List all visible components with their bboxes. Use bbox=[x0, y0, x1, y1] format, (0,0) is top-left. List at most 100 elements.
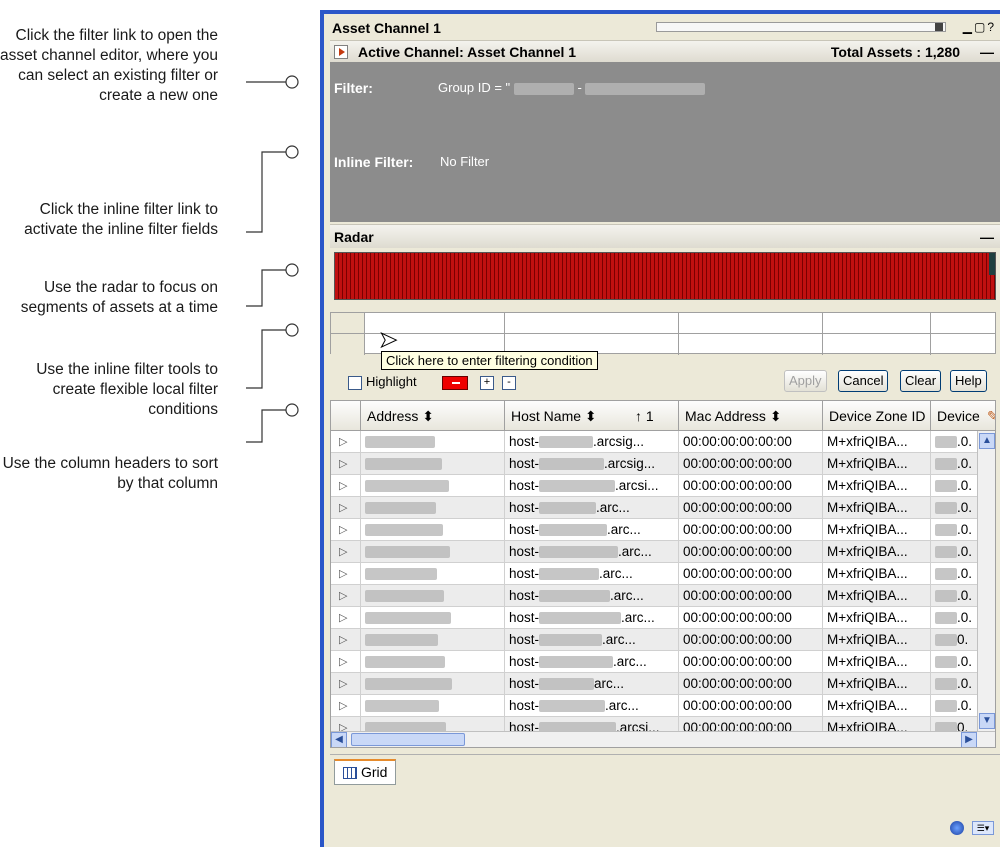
table-row[interactable]: ▷ host- .arc... 00:00:00:00:00:00 M+xfriQIBA… bbox=[331, 519, 977, 541]
host-suffix: .arcsig... bbox=[604, 456, 656, 471]
table-row[interactable]: ▷ host- .arc... 00:00:00:00:00:00 M+xfriQIBA… bbox=[331, 563, 977, 585]
horizontal-scroll-thumb[interactable] bbox=[351, 733, 465, 746]
row-expand-icon[interactable]: ▷ bbox=[331, 607, 361, 629]
column-header-device[interactable]: Device bbox=[931, 401, 981, 431]
filter-value-dash: - bbox=[577, 80, 582, 95]
host-prefix: host- bbox=[509, 654, 540, 669]
row-expand-icon[interactable]: ▷ bbox=[331, 629, 361, 651]
column-header-address[interactable]: Address ⬍ bbox=[361, 401, 505, 431]
row-expand-icon[interactable]: ▷ bbox=[331, 585, 361, 607]
cell-address bbox=[361, 629, 505, 651]
radar-header: Radar — bbox=[330, 224, 1000, 248]
device-text: .0. bbox=[957, 566, 973, 581]
cell-mac-address: 00:00:00:00:00:00 bbox=[679, 607, 823, 629]
host-suffix: .arcsig... bbox=[593, 434, 645, 449]
device-text: .0. bbox=[957, 478, 973, 493]
host-prefix: host- bbox=[509, 500, 540, 515]
filter-value: Group ID = " - bbox=[438, 80, 706, 95]
redacted-text bbox=[539, 656, 614, 669]
redacted-text bbox=[935, 458, 957, 471]
sort-indicator[interactable]: ↑ 1 bbox=[629, 401, 679, 431]
row-expand-icon[interactable]: ▷ bbox=[331, 541, 361, 563]
scroll-up-icon[interactable]: ▲ bbox=[979, 433, 995, 449]
row-expand-icon[interactable]: ▷ bbox=[331, 453, 361, 475]
cancel-button[interactable]: Cancel bbox=[838, 370, 889, 392]
row-expand-icon[interactable]: ▷ bbox=[331, 651, 361, 673]
window-opacity-slider[interactable] bbox=[656, 22, 946, 32]
radar-strip[interactable] bbox=[334, 252, 996, 300]
cell-device: .0. bbox=[931, 695, 981, 717]
redacted-text bbox=[365, 480, 449, 493]
table-row[interactable]: ▷ host- .arc... 00:00:00:00:00:00 M+xfriQIBA… bbox=[331, 629, 977, 651]
device-text: .0. bbox=[957, 544, 973, 559]
add-condition-button[interactable]: + bbox=[480, 376, 494, 390]
callout-inline-filter-link: Click the inline filter link to activate… bbox=[24, 201, 218, 238]
table-row[interactable]: ▷ host- .arcsi... 00:00:00:00:00:00 M+xfriQI… bbox=[331, 475, 977, 497]
host-prefix: host- bbox=[509, 588, 540, 603]
cell-address bbox=[361, 475, 505, 497]
options-menu-icon[interactable]: ☰▾ bbox=[972, 821, 994, 835]
column-header-device-zone-id[interactable]: Device Zone ID bbox=[823, 401, 931, 431]
cell-device-zone-id: M+xfriQIBA... bbox=[823, 541, 931, 563]
device-text: .0. bbox=[957, 522, 973, 537]
column-header-host-name[interactable]: Host Name ⬍ bbox=[505, 401, 629, 431]
globe-icon[interactable] bbox=[950, 821, 964, 835]
filter-link[interactable]: Filter: bbox=[334, 80, 373, 96]
inline-filter-cell[interactable] bbox=[679, 313, 823, 355]
row-expand-icon[interactable]: ▷ bbox=[331, 673, 361, 695]
table-row[interactable]: ▷ host- .arc... 00:00:00:00:00:00 M+xfriQIBA… bbox=[331, 695, 977, 717]
row-expand-icon[interactable]: ▷ bbox=[331, 497, 361, 519]
scroll-down-icon[interactable]: ▼ bbox=[979, 713, 995, 729]
highlight-checkbox[interactable] bbox=[348, 376, 362, 390]
tab-grid[interactable]: Grid bbox=[334, 759, 396, 785]
cell-device: .0. bbox=[931, 453, 981, 475]
redacted-text bbox=[365, 502, 436, 515]
slider-handle[interactable] bbox=[935, 23, 943, 31]
vertical-scrollbar[interactable]: ▲ ▼ bbox=[977, 431, 995, 731]
redacted-text bbox=[539, 612, 622, 625]
table-row[interactable]: ▷ host- .arc... 00:00:00:00:00:00 M+xfriQIBA… bbox=[331, 541, 977, 563]
table-row[interactable]: ▷ host- .arc... 00:00:00:00:00:00 M+xfriQIBA… bbox=[331, 497, 977, 519]
inline-filter-grid[interactable]: ➤ Click here to enter filtering conditio… bbox=[330, 312, 996, 370]
inline-filter-cell[interactable] bbox=[505, 313, 679, 355]
row-expand-icon[interactable]: ▷ bbox=[331, 563, 361, 585]
cell-address bbox=[361, 497, 505, 519]
window-controls-icons[interactable]: ▁▢? bbox=[963, 20, 996, 34]
inline-filter-link[interactable]: Inline Filter: bbox=[334, 154, 413, 170]
row-expand-icon[interactable]: ▷ bbox=[331, 519, 361, 541]
total-assets: Total Assets : 1,280 bbox=[830, 44, 960, 60]
collapse-icon[interactable]: — bbox=[980, 41, 994, 63]
column-header-mac-address[interactable]: Mac Address ⬍ bbox=[679, 401, 823, 431]
help-button[interactable]: Help bbox=[950, 370, 987, 392]
apply-button[interactable]: Apply bbox=[784, 370, 827, 392]
table-row[interactable]: ▷ host- .arcsig... 00:00:00:00:00:00 M+xfriQ… bbox=[331, 453, 977, 475]
host-suffix: .arc... bbox=[602, 632, 636, 647]
redacted-text bbox=[513, 82, 574, 95]
remove-condition-button[interactable]: - bbox=[502, 376, 516, 390]
row-expand-icon[interactable]: ▷ bbox=[331, 695, 361, 717]
table-row[interactable]: ▷ host- .arc... 00:00:00:00:00:00 M+xfriQIBA… bbox=[331, 585, 977, 607]
scroll-right-icon[interactable]: ▶ bbox=[961, 732, 977, 747]
radar-collapse-icon[interactable]: — bbox=[980, 225, 994, 249]
table-row[interactable]: ▷ host-arc... 00:00:00:00:00:00 M+xfriQIBA.… bbox=[331, 673, 977, 695]
table-row[interactable]: ▷ host- .arc... 00:00:00:00:00:00 M+xfriQIBA… bbox=[331, 651, 977, 673]
cell-mac-address: 00:00:00:00:00:00 bbox=[679, 431, 823, 453]
redacted-text bbox=[365, 634, 438, 647]
redacted-text bbox=[935, 436, 957, 449]
table-row[interactable]: ▷ host- .arc... 00:00:00:00:00:00 M+xfriQIBA… bbox=[331, 607, 977, 629]
clear-button[interactable]: Clear bbox=[900, 370, 942, 392]
cell-device: 0. bbox=[931, 629, 981, 651]
redacted-text bbox=[935, 590, 957, 603]
horizontal-scrollbar[interactable]: ◀ ▶ bbox=[331, 731, 995, 747]
expand-arrow-icon[interactable] bbox=[334, 45, 348, 59]
device-text: .0. bbox=[957, 676, 973, 691]
cell-address bbox=[361, 651, 505, 673]
inline-filter-cell[interactable] bbox=[823, 313, 931, 355]
scroll-left-icon[interactable]: ◀ bbox=[331, 732, 347, 747]
row-expand-icon[interactable]: ▷ bbox=[331, 475, 361, 497]
table-row[interactable]: ▷ host- .arcsig... 00:00:00:00:00:00 M+xfriQ… bbox=[331, 431, 977, 453]
window-controls[interactable]: ▁▢? bbox=[963, 20, 996, 34]
row-expand-icon[interactable]: ▷ bbox=[331, 431, 361, 453]
highlight-color-swatch[interactable] bbox=[442, 376, 468, 390]
edit-columns-icon[interactable]: ✎ bbox=[981, 401, 995, 431]
